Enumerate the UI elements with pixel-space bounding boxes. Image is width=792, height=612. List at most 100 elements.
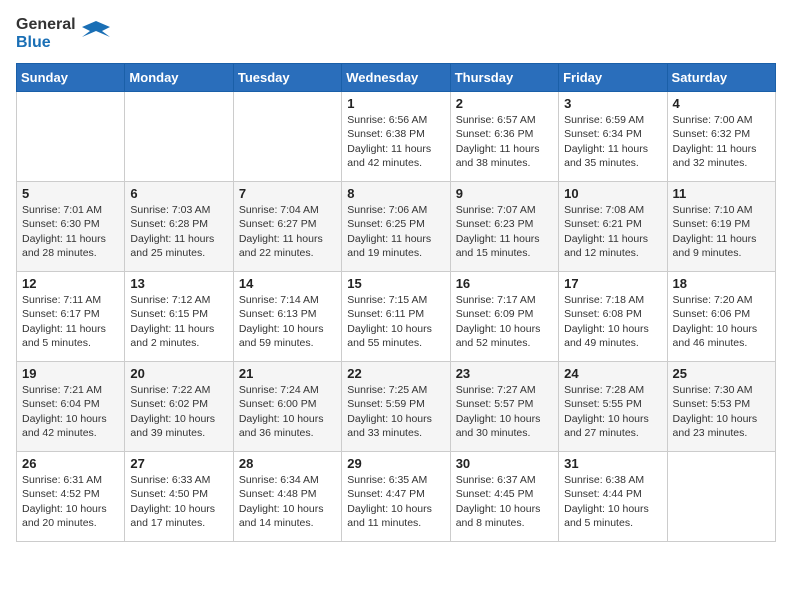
calendar-cell: 16 Sunrise: 7:17 AM Sunset: 6:09 PM Dayli… <box>450 272 558 362</box>
calendar-cell: 28 Sunrise: 6:34 AM Sunset: 4:48 PM Dayli… <box>233 452 341 542</box>
day-number: 8 <box>347 186 444 201</box>
day-detail: Sunrise: 6:31 AM Sunset: 4:52 PM Dayligh… <box>22 473 119 530</box>
day-number: 5 <box>22 186 119 201</box>
calendar-week-row: 1Sunrise: 6:56 AM Sunset: 6:38 PM Daylig… <box>17 92 776 182</box>
calendar-cell: 29 Sunrise: 6:35 AM Sunset: 4:47 PM Dayli… <box>342 452 450 542</box>
weekday-header: Sunday <box>17 64 125 92</box>
calendar-cell <box>667 452 775 542</box>
day-number: 15 <box>347 276 444 291</box>
day-number: 26 <box>22 456 119 471</box>
calendar-cell: 17 Sunrise: 7:18 AM Sunset: 6:08 PM Dayli… <box>559 272 667 362</box>
day-number: 7 <box>239 186 336 201</box>
day-detail: Sunrise: 7:27 AM Sunset: 5:57 PM Dayligh… <box>456 383 553 440</box>
weekday-header: Monday <box>125 64 233 92</box>
day-number: 9 <box>456 186 553 201</box>
calendar-cell: 2Sunrise: 6:57 AM Sunset: 6:36 PM Daylig… <box>450 92 558 182</box>
day-detail: Sunrise: 7:11 AM Sunset: 6:17 PM Dayligh… <box>22 293 119 350</box>
day-number: 12 <box>22 276 119 291</box>
calendar-cell: 25Sunrise: 7:30 AM Sunset: 5:53 PM Dayli… <box>667 362 775 452</box>
day-detail: Sunrise: 7:17 AM Sunset: 6:09 PM Dayligh… <box>456 293 553 350</box>
weekday-header: Saturday <box>667 64 775 92</box>
calendar-cell: 21 Sunrise: 7:24 AM Sunset: 6:00 PM Dayli… <box>233 362 341 452</box>
day-detail: Sunrise: 7:10 AM Sunset: 6:19 PM Dayligh… <box>673 203 770 260</box>
calendar-cell: 13 Sunrise: 7:12 AM Sunset: 6:15 PM Dayli… <box>125 272 233 362</box>
calendar-cell: 27 Sunrise: 6:33 AM Sunset: 4:50 PM Dayli… <box>125 452 233 542</box>
calendar-week-row: 26 Sunrise: 6:31 AM Sunset: 4:52 PM Dayli… <box>17 452 776 542</box>
day-number: 11 <box>673 186 770 201</box>
day-number: 10 <box>564 186 661 201</box>
day-detail: Sunrise: 7:00 AM Sunset: 6:32 PM Dayligh… <box>673 113 770 170</box>
day-detail: Sunrise: 6:38 AM Sunset: 4:44 PM Dayligh… <box>564 473 661 530</box>
day-number: 29 <box>347 456 444 471</box>
day-detail: Sunrise: 6:56 AM Sunset: 6:38 PM Dayligh… <box>347 113 444 170</box>
day-detail: Sunrise: 7:20 AM Sunset: 6:06 PM Dayligh… <box>673 293 770 350</box>
day-detail: Sunrise: 7:08 AM Sunset: 6:21 PM Dayligh… <box>564 203 661 260</box>
day-number: 14 <box>239 276 336 291</box>
day-number: 24 <box>564 366 661 381</box>
day-detail: Sunrise: 7:28 AM Sunset: 5:55 PM Dayligh… <box>564 383 661 440</box>
day-number: 30 <box>456 456 553 471</box>
calendar-cell: 10 Sunrise: 7:08 AM Sunset: 6:21 PM Dayli… <box>559 182 667 272</box>
day-detail: Sunrise: 6:37 AM Sunset: 4:45 PM Dayligh… <box>456 473 553 530</box>
calendar-cell <box>17 92 125 182</box>
day-detail: Sunrise: 6:33 AM Sunset: 4:50 PM Dayligh… <box>130 473 227 530</box>
calendar-cell: 14 Sunrise: 7:14 AM Sunset: 6:13 PM Dayli… <box>233 272 341 362</box>
day-detail: Sunrise: 7:25 AM Sunset: 5:59 PM Dayligh… <box>347 383 444 440</box>
day-number: 2 <box>456 96 553 111</box>
calendar-cell: 6 Sunrise: 7:03 AM Sunset: 6:28 PM Daylig… <box>125 182 233 272</box>
day-number: 23 <box>456 366 553 381</box>
calendar-cell: 3 Sunrise: 6:59 AM Sunset: 6:34 PM Daylig… <box>559 92 667 182</box>
calendar-cell <box>125 92 233 182</box>
day-number: 31 <box>564 456 661 471</box>
day-detail: Sunrise: 6:34 AM Sunset: 4:48 PM Dayligh… <box>239 473 336 530</box>
day-number: 13 <box>130 276 227 291</box>
calendar-week-row: 5 Sunrise: 7:01 AM Sunset: 6:30 PM Daylig… <box>17 182 776 272</box>
calendar-cell: 30 Sunrise: 6:37 AM Sunset: 4:45 PM Dayli… <box>450 452 558 542</box>
day-detail: Sunrise: 7:03 AM Sunset: 6:28 PM Dayligh… <box>130 203 227 260</box>
day-number: 28 <box>239 456 336 471</box>
calendar-week-row: 12 Sunrise: 7:11 AM Sunset: 6:17 PM Dayli… <box>17 272 776 362</box>
day-number: 21 <box>239 366 336 381</box>
calendar-cell: 18Sunrise: 7:20 AM Sunset: 6:06 PM Dayli… <box>667 272 775 362</box>
page-header: General Blue <box>16 16 776 51</box>
day-number: 6 <box>130 186 227 201</box>
day-detail: Sunrise: 7:30 AM Sunset: 5:53 PM Dayligh… <box>673 383 770 440</box>
day-number: 17 <box>564 276 661 291</box>
weekday-header-row: SundayMondayTuesdayWednesdayThursdayFrid… <box>17 64 776 92</box>
day-detail: Sunrise: 7:15 AM Sunset: 6:11 PM Dayligh… <box>347 293 444 350</box>
calendar-cell: 8 Sunrise: 7:06 AM Sunset: 6:25 PM Daylig… <box>342 182 450 272</box>
calendar-cell: 9Sunrise: 7:07 AM Sunset: 6:23 PM Daylig… <box>450 182 558 272</box>
logo-bird-icon <box>82 17 110 51</box>
calendar-cell <box>233 92 341 182</box>
calendar-cell: 7Sunrise: 7:04 AM Sunset: 6:27 PM Daylig… <box>233 182 341 272</box>
logo-text: General Blue <box>16 16 76 51</box>
day-number: 3 <box>564 96 661 111</box>
day-detail: Sunrise: 7:18 AM Sunset: 6:08 PM Dayligh… <box>564 293 661 350</box>
day-number: 16 <box>456 276 553 291</box>
calendar-cell: 23 Sunrise: 7:27 AM Sunset: 5:57 PM Dayli… <box>450 362 558 452</box>
calendar-cell: 19Sunrise: 7:21 AM Sunset: 6:04 PM Dayli… <box>17 362 125 452</box>
day-detail: Sunrise: 7:14 AM Sunset: 6:13 PM Dayligh… <box>239 293 336 350</box>
calendar-cell: 22Sunrise: 7:25 AM Sunset: 5:59 PM Dayli… <box>342 362 450 452</box>
day-number: 27 <box>130 456 227 471</box>
day-detail: Sunrise: 7:22 AM Sunset: 6:02 PM Dayligh… <box>130 383 227 440</box>
logo-general: General <box>16 16 76 34</box>
day-number: 4 <box>673 96 770 111</box>
day-number: 19 <box>22 366 119 381</box>
day-detail: Sunrise: 6:35 AM Sunset: 4:47 PM Dayligh… <box>347 473 444 530</box>
day-detail: Sunrise: 7:12 AM Sunset: 6:15 PM Dayligh… <box>130 293 227 350</box>
calendar-table: SundayMondayTuesdayWednesdayThursdayFrid… <box>16 63 776 542</box>
day-detail: Sunrise: 7:01 AM Sunset: 6:30 PM Dayligh… <box>22 203 119 260</box>
day-number: 20 <box>130 366 227 381</box>
weekday-header: Wednesday <box>342 64 450 92</box>
calendar-cell: 5 Sunrise: 7:01 AM Sunset: 6:30 PM Daylig… <box>17 182 125 272</box>
calendar-week-row: 19Sunrise: 7:21 AM Sunset: 6:04 PM Dayli… <box>17 362 776 452</box>
weekday-header: Tuesday <box>233 64 341 92</box>
calendar-cell: 24 Sunrise: 7:28 AM Sunset: 5:55 PM Dayli… <box>559 362 667 452</box>
day-detail: Sunrise: 7:24 AM Sunset: 6:00 PM Dayligh… <box>239 383 336 440</box>
logo-blue: Blue <box>16 34 76 52</box>
day-detail: Sunrise: 6:59 AM Sunset: 6:34 PM Dayligh… <box>564 113 661 170</box>
calendar-cell: 1Sunrise: 6:56 AM Sunset: 6:38 PM Daylig… <box>342 92 450 182</box>
calendar-cell: 11 Sunrise: 7:10 AM Sunset: 6:19 PM Dayli… <box>667 182 775 272</box>
day-detail: Sunrise: 7:06 AM Sunset: 6:25 PM Dayligh… <box>347 203 444 260</box>
